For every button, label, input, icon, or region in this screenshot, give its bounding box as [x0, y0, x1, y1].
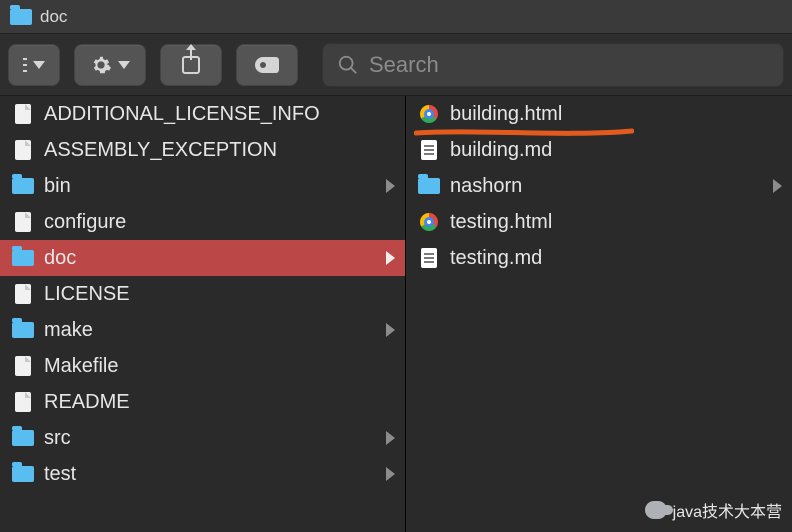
search-input[interactable]: [369, 52, 769, 78]
document-icon: [12, 139, 34, 161]
folder-icon: [12, 463, 34, 485]
tags-button[interactable]: [236, 44, 298, 86]
share-button[interactable]: [160, 44, 222, 86]
item-name: README: [44, 391, 130, 414]
view-mode-button[interactable]: [8, 44, 60, 86]
item-name: nashorn: [450, 175, 522, 198]
file-row[interactable]: LICENSE: [0, 276, 405, 312]
disclosure-chevron-icon: [386, 467, 395, 481]
window-title: doc: [40, 7, 67, 27]
disclosure-chevron-icon: [386, 251, 395, 265]
document-icon: [12, 211, 34, 233]
search-icon: [337, 54, 359, 76]
item-name: test: [44, 463, 76, 486]
folder-icon: [12, 427, 34, 449]
watermark: java技术大本营: [645, 498, 782, 522]
document-icon: [12, 355, 34, 377]
file-row[interactable]: configure: [0, 204, 405, 240]
item-name: src: [44, 427, 71, 450]
item-name: testing.md: [450, 247, 542, 270]
chrome-html-icon: [418, 103, 440, 125]
folder-icon: [12, 247, 34, 269]
file-row[interactable]: building.html: [406, 96, 792, 132]
chrome-html-icon: [418, 211, 440, 233]
item-name: make: [44, 319, 93, 342]
folder-row[interactable]: nashorn: [406, 168, 792, 204]
search-box[interactable]: [322, 43, 784, 87]
share-icon: [182, 56, 200, 74]
folder-icon: [12, 319, 34, 341]
item-name: testing.html: [450, 211, 552, 234]
disclosure-chevron-icon: [386, 431, 395, 445]
tag-icon: [255, 57, 279, 73]
markdown-doc-icon: [418, 139, 440, 161]
file-row[interactable]: building.md: [406, 132, 792, 168]
toolbar: [0, 34, 792, 96]
column-right[interactable]: java技术大本营 building.html building.md nashor…: [406, 96, 792, 532]
folder-icon: [12, 175, 34, 197]
disclosure-chevron-icon: [773, 179, 782, 193]
disclosure-chevron-icon: [386, 179, 395, 193]
item-name: ADDITIONAL_LICENSE_INFO: [44, 103, 320, 126]
item-name: ASSEMBLY_EXCEPTION: [44, 139, 277, 162]
file-row[interactable]: testing.html: [406, 204, 792, 240]
chevron-down-icon: [33, 61, 45, 69]
column-browser: ADDITIONAL_LICENSE_INFO ASSEMBLY_EXCEPTIO…: [0, 96, 792, 532]
document-icon: [12, 103, 34, 125]
document-icon: [12, 391, 34, 413]
folder-row[interactable]: src: [0, 420, 405, 456]
item-name: LICENSE: [44, 283, 130, 306]
file-row[interactable]: testing.md: [406, 240, 792, 276]
titlebar: doc: [0, 0, 792, 34]
item-name: building.html: [450, 103, 562, 126]
markdown-doc-icon: [418, 247, 440, 269]
folder-row[interactable]: doc: [0, 240, 405, 276]
watermark-text: java技术大本营: [673, 498, 782, 522]
item-name: building.md: [450, 139, 552, 162]
titlebar-folder-icon: [10, 9, 32, 25]
file-row[interactable]: ASSEMBLY_EXCEPTION: [0, 132, 405, 168]
folder-row[interactable]: bin: [0, 168, 405, 204]
column-left[interactable]: ADDITIONAL_LICENSE_INFO ASSEMBLY_EXCEPTIO…: [0, 96, 406, 532]
file-row[interactable]: ADDITIONAL_LICENSE_INFO: [0, 96, 405, 132]
wechat-icon: [645, 501, 667, 519]
actions-menu-button[interactable]: [74, 44, 146, 86]
list-view-icon: [23, 58, 27, 72]
folder-icon: [418, 175, 440, 197]
file-row[interactable]: README: [0, 384, 405, 420]
gear-icon: [90, 54, 112, 76]
item-name: bin: [44, 175, 71, 198]
item-name: doc: [44, 247, 76, 270]
file-row[interactable]: Makefile: [0, 348, 405, 384]
disclosure-chevron-icon: [386, 323, 395, 337]
chevron-down-icon: [118, 61, 130, 69]
item-name: Makefile: [44, 355, 118, 378]
document-icon: [12, 283, 34, 305]
folder-row[interactable]: test: [0, 456, 405, 492]
folder-row[interactable]: make: [0, 312, 405, 348]
item-name: configure: [44, 211, 126, 234]
